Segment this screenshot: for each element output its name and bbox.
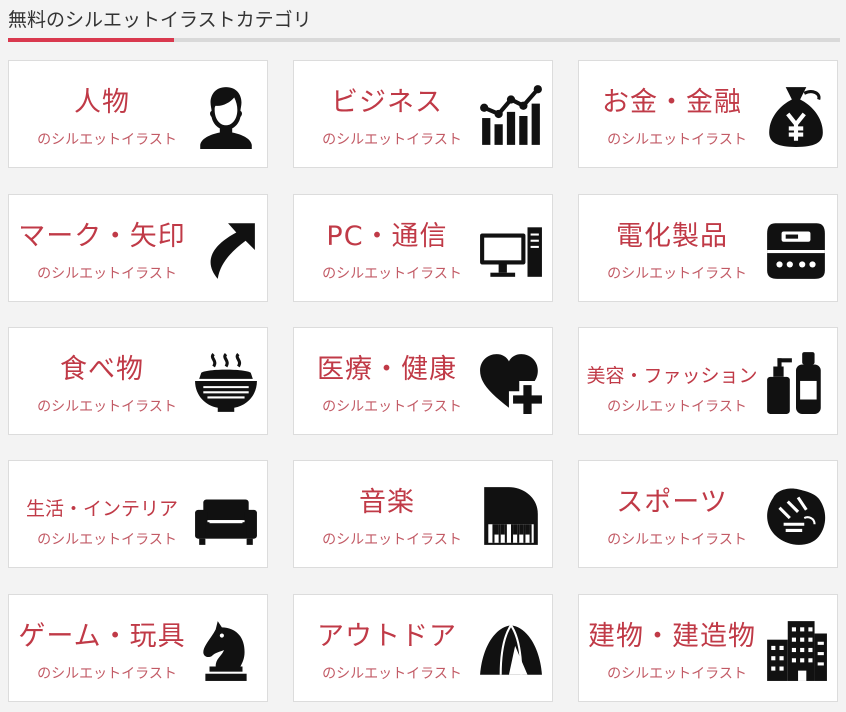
category-card[interactable]: 建物・建造物のシルエットイラスト: [578, 594, 838, 702]
category-subtitle: のシルエットイラスト: [322, 666, 462, 682]
category-card[interactable]: ビジネスのシルエットイラスト: [293, 60, 553, 168]
category-title: PC・通信: [326, 221, 448, 252]
category-card[interactable]: ゲーム・玩具のシルエットイラスト: [8, 594, 268, 702]
category-card[interactable]: 電化製品のシルエットイラスト: [578, 194, 838, 302]
category-subtitle: のシルエットイラスト: [37, 399, 177, 415]
category-subtitle: のシルエットイラスト: [607, 266, 747, 282]
category-subtitle: のシルエットイラスト: [322, 532, 462, 548]
category-title: 医療・健康: [317, 354, 457, 385]
business-chart-icon: [478, 83, 544, 149]
category-card[interactable]: 人物のシルエットイラスト: [8, 60, 268, 168]
category-subtitle: のシルエットイラスト: [37, 532, 177, 548]
category-card[interactable]: アウトドアのシルエットイラスト: [293, 594, 553, 702]
category-card[interactable]: スポーツのシルエットイラスト: [578, 460, 838, 568]
section-header: 無料のシルエットイラストカテゴリ: [0, 0, 846, 44]
category-card[interactable]: PC・通信のシルエットイラスト: [293, 194, 553, 302]
category-card[interactable]: 生活・インテリアのシルエットイラスト: [8, 460, 268, 568]
category-card[interactable]: マーク・矢印のシルエットイラスト: [8, 194, 268, 302]
category-subtitle: のシルエットイラスト: [322, 132, 462, 148]
sofa-icon: [193, 483, 259, 549]
category-title: 美容・ファッション: [586, 365, 758, 387]
rice-cooker-icon: [763, 217, 829, 283]
category-title: マーク・矢印: [18, 221, 186, 252]
category-card[interactable]: 医療・健康のシルエットイラスト: [293, 327, 553, 435]
computer-icon: [478, 217, 544, 283]
arrow-icon: [193, 217, 259, 283]
category-title: 食べ物: [60, 354, 144, 385]
heart-plus-icon: [478, 350, 544, 416]
tent-icon: [478, 617, 544, 683]
category-subtitle: のシルエットイラスト: [607, 666, 747, 682]
section-title: 無料のシルエットイラストカテゴリ: [8, 9, 312, 31]
piano-icon: [478, 483, 544, 549]
category-subtitle: のシルエットイラスト: [607, 132, 747, 148]
category-card[interactable]: 美容・ファッションのシルエットイラスト: [578, 327, 838, 435]
category-subtitle: のシルエットイラスト: [37, 132, 177, 148]
header-underline: [8, 38, 840, 42]
category-title: 生活・インテリア: [25, 498, 178, 520]
category-card[interactable]: お金・金融のシルエットイラスト: [578, 60, 838, 168]
category-subtitle: のシルエットイラスト: [607, 399, 747, 415]
category-title: ビジネス: [331, 87, 443, 118]
category-title: お金・金融: [602, 87, 742, 118]
category-title: 音楽: [359, 487, 415, 518]
chess-knight-icon: [193, 617, 259, 683]
category-subtitle: のシルエットイラスト: [37, 266, 177, 282]
food-bowl-icon: [193, 350, 259, 416]
category-title: 電化製品: [616, 221, 728, 252]
category-title: ゲーム・玩具: [18, 621, 186, 652]
category-card[interactable]: 音楽のシルエットイラスト: [293, 460, 553, 568]
header-underline-accent: [8, 38, 174, 42]
category-subtitle: のシルエットイラスト: [322, 399, 462, 415]
category-subtitle: のシルエットイラスト: [37, 666, 177, 682]
category-title: スポーツ: [616, 487, 728, 518]
cosmetics-icon: [763, 350, 829, 416]
baseball-glove-icon: [763, 483, 829, 549]
category-title: 建物・建造物: [588, 621, 756, 652]
buildings-icon: [763, 617, 829, 683]
category-title: 人物: [74, 87, 130, 118]
category-title: アウトドア: [317, 621, 457, 652]
category-card[interactable]: 食べ物のシルエットイラスト: [8, 327, 268, 435]
person-icon: [193, 83, 259, 149]
category-subtitle: のシルエットイラスト: [322, 266, 462, 282]
money-bag-icon: [763, 83, 829, 149]
category-subtitle: のシルエットイラスト: [607, 532, 747, 548]
